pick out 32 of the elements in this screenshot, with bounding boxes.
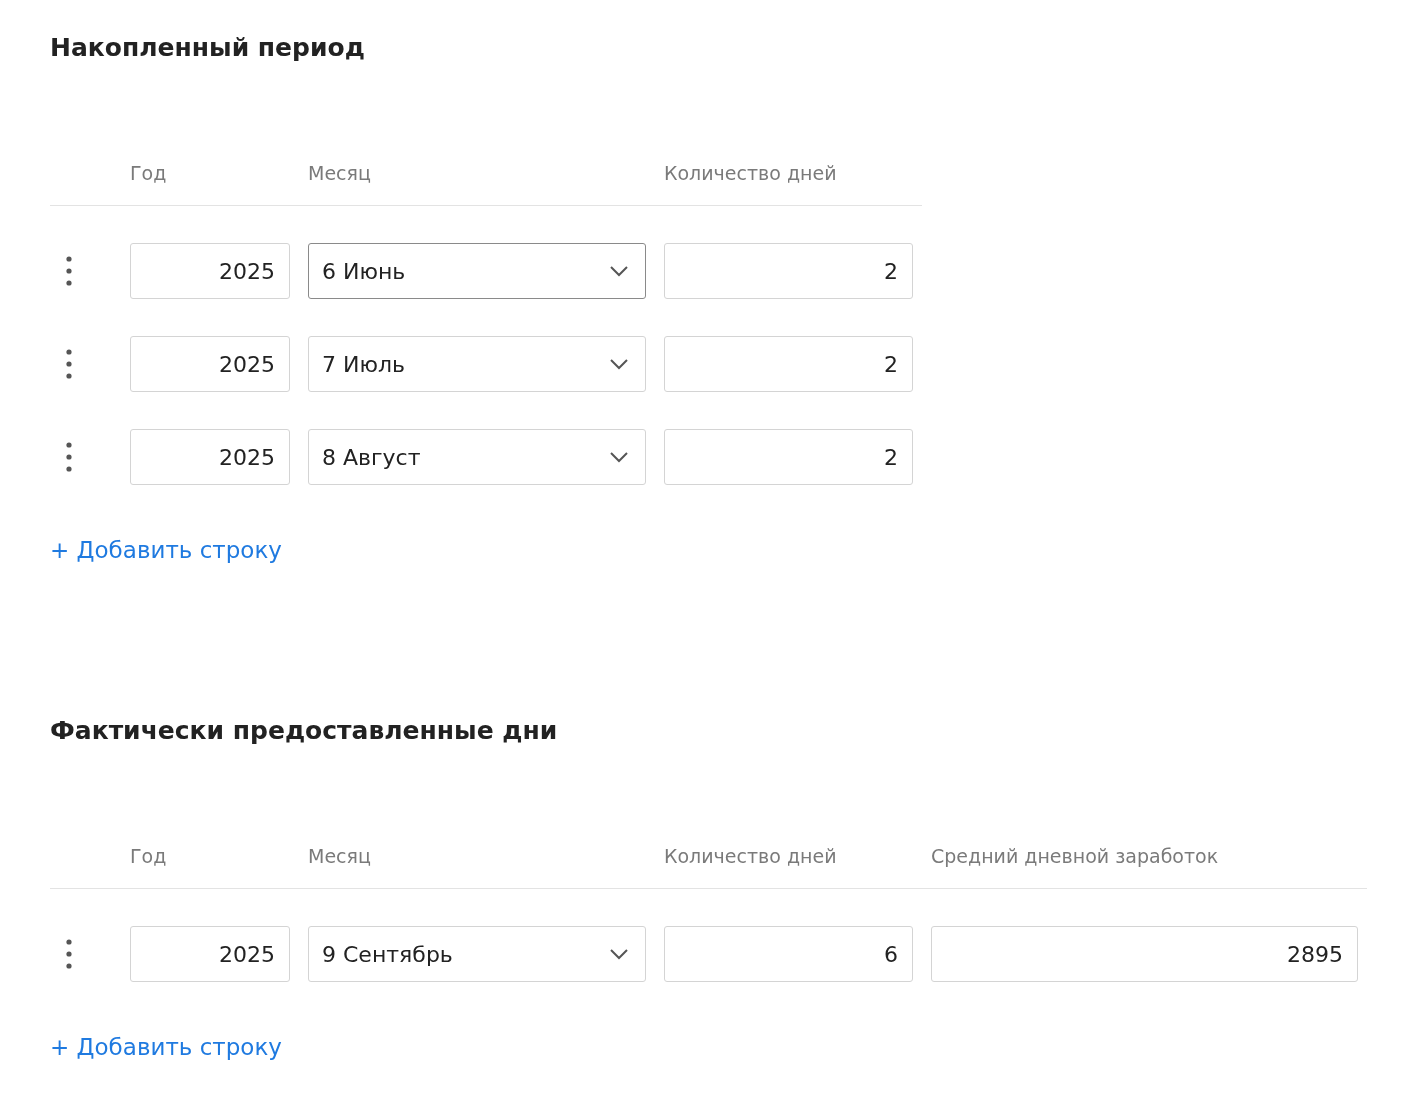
column-header: Год: [130, 845, 167, 867]
more-vertical-icon[interactable]: [66, 256, 72, 286]
month-dropdown[interactable]: 7 Июль: [308, 336, 646, 392]
month-dropdown[interactable]: 9 Сентябрь: [308, 926, 646, 982]
column-header: Количество дней: [664, 162, 837, 184]
section-title: Накопленный период: [50, 32, 365, 64]
column-header: Месяц: [308, 162, 371, 184]
column-header: Месяц: [308, 845, 371, 867]
number-field[interactable]: 2025: [130, 336, 290, 392]
more-vertical-icon[interactable]: [66, 442, 72, 472]
chevron-down-icon: [609, 948, 629, 960]
chevron-down-icon: [609, 265, 629, 277]
section-title: Фактически предоставленные дни: [50, 715, 558, 747]
column-header: Год: [130, 162, 167, 184]
more-vertical-icon[interactable]: [66, 939, 72, 969]
number-field[interactable]: 2895: [931, 926, 1358, 982]
month-dropdown[interactable]: 8 Август: [308, 429, 646, 485]
number-field[interactable]: 2: [664, 429, 913, 485]
month-dropdown[interactable]: 6 Июнь: [308, 243, 646, 299]
chevron-down-icon: [609, 358, 629, 370]
number-field[interactable]: 2025: [130, 429, 290, 485]
number-field[interactable]: 2: [664, 243, 913, 299]
number-field[interactable]: 6: [664, 926, 913, 982]
number-field[interactable]: 2025: [130, 243, 290, 299]
add-row-link[interactable]: + Добавить строку: [50, 535, 282, 565]
more-vertical-icon[interactable]: [66, 349, 72, 379]
add-row-link[interactable]: + Добавить строку: [50, 1032, 282, 1062]
number-field[interactable]: 2: [664, 336, 913, 392]
chevron-down-icon: [609, 451, 629, 463]
column-header: Средний дневной заработок: [931, 845, 1219, 867]
number-field[interactable]: 2025: [130, 926, 290, 982]
column-header: Количество дней: [664, 845, 837, 867]
